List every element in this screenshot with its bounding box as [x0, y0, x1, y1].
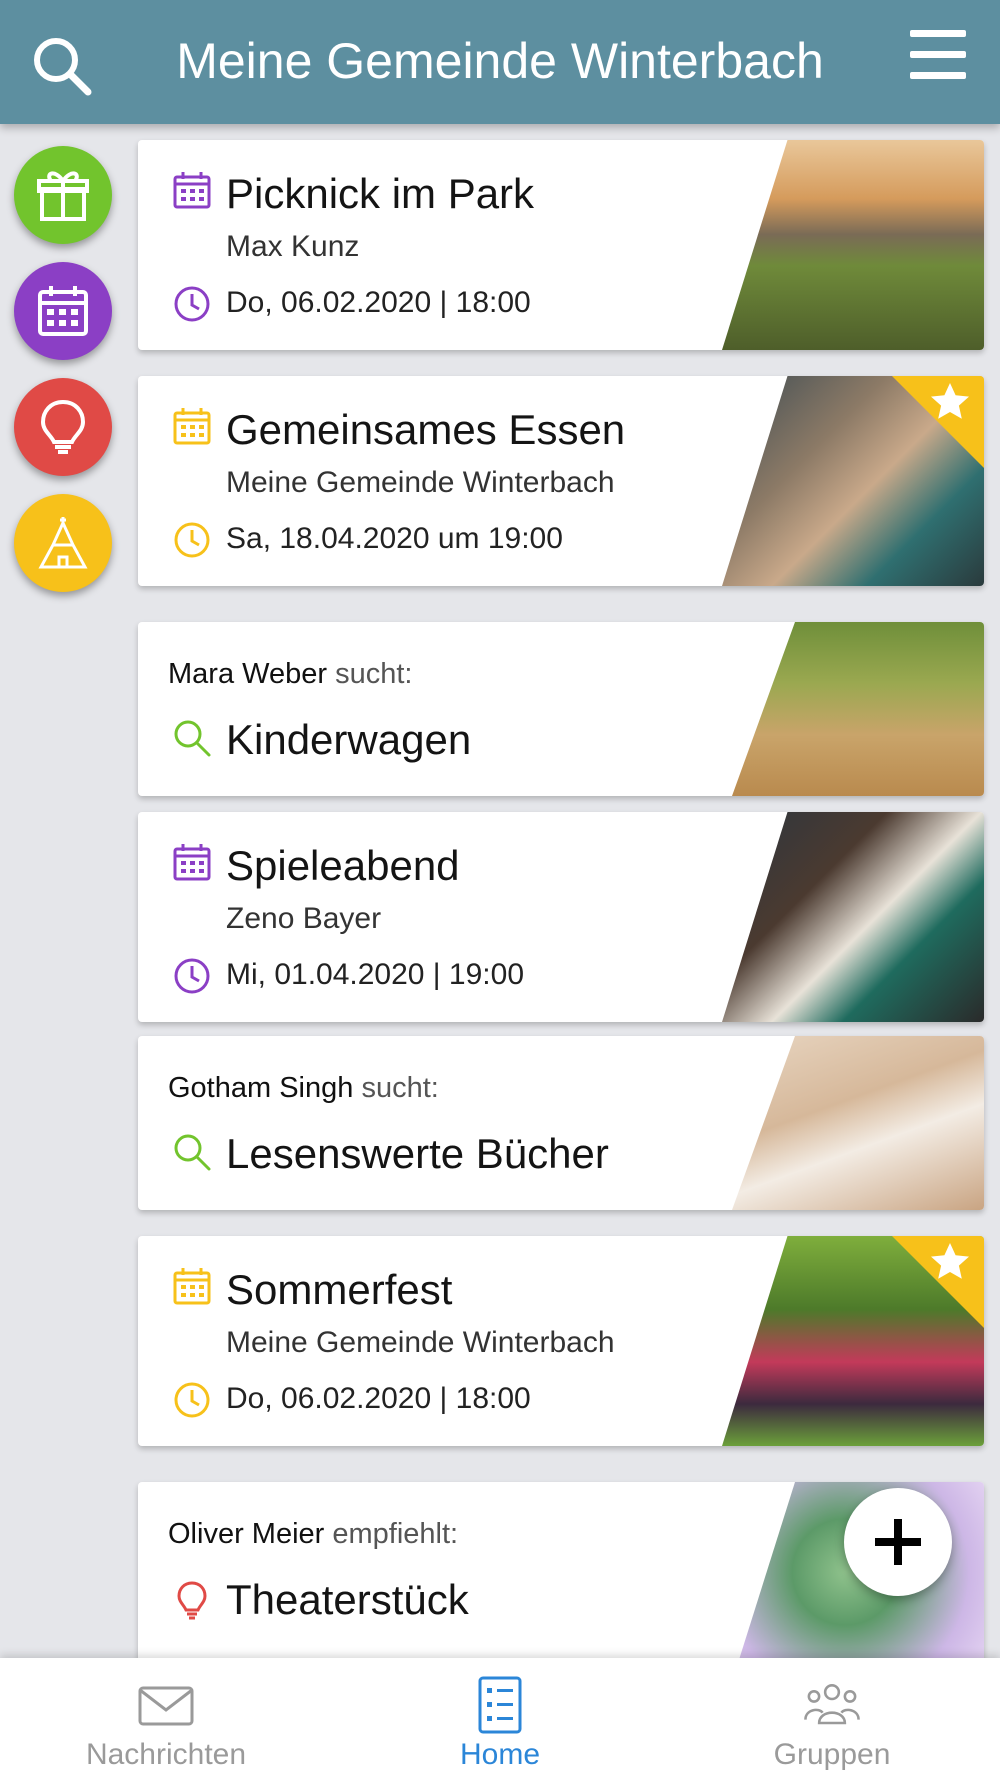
nav-gruppen[interactable]: Gruppen — [712, 1666, 952, 1776]
event-title: Sommerfest — [226, 1266, 453, 1313]
feed-card-event[interactable]: Gemeinsames Essen Meine Gemeinde Winterb… — [138, 376, 984, 586]
request-author: Mara Weber — [168, 658, 328, 690]
recommendation-author: Oliver Meier — [168, 1518, 325, 1550]
event-image — [722, 140, 984, 350]
calendar-icon — [173, 1268, 211, 1305]
gift-icon — [37, 171, 89, 221]
page-title: Meine Gemeinde Winterbach — [176, 33, 824, 89]
event-datetime: Sa, 18.04.2020 um 19:00 — [226, 522, 563, 555]
recommendation-author-line: Oliver Meier empfiehlt: — [168, 1518, 458, 1551]
calendar-icon — [38, 286, 88, 336]
feed-card-event[interactable]: Spieleabend Zeno Bayer Mi, 01.04.2020 | … — [138, 812, 984, 1022]
event-image — [722, 812, 984, 1022]
nav-nachrichten[interactable]: Nachrichten — [46, 1666, 286, 1776]
list-icon — [478, 1676, 522, 1734]
church-icon — [38, 517, 88, 569]
star-icon — [931, 383, 969, 419]
request-title: Kinderwagen — [226, 716, 472, 763]
feed-card-event[interactable]: Sommerfest Meine Gemeinde Winterbach Do,… — [138, 1236, 984, 1446]
category-gifts-button[interactable] — [14, 146, 112, 244]
event-datetime: Do, 06.02.2020 | 18:00 — [226, 286, 531, 319]
calendar-icon — [173, 844, 211, 881]
plus-icon-vertical — [894, 1519, 902, 1565]
category-events-button[interactable] — [14, 262, 112, 360]
request-author-line: Mara Weber sucht: — [168, 658, 412, 691]
feed-card-event[interactable]: Picknick im Park Max Kunz Do, 06.02.2020… — [138, 140, 984, 350]
request-image — [732, 622, 984, 796]
mail-icon — [138, 1686, 194, 1726]
event-datetime: Do, 06.02.2020 | 18:00 — [226, 1382, 531, 1415]
request-verb: sucht: — [361, 1072, 439, 1104]
app-header: Meine Gemeinde Winterbach — [0, 0, 1000, 124]
lightbulb-icon — [40, 399, 86, 454]
clock-icon — [174, 286, 210, 322]
clock-icon — [174, 1382, 210, 1418]
nav-home[interactable]: Home — [380, 1666, 620, 1776]
group-icon — [804, 1684, 860, 1725]
star-icon — [931, 1243, 969, 1279]
nav-label: Gruppen — [773, 1738, 891, 1771]
bottom-navigation: Nachrichten Home Gruppen — [0, 1658, 1000, 1778]
event-title: Spieleabend — [226, 842, 460, 889]
category-ideas-button[interactable] — [14, 378, 112, 476]
hamburger-menu-icon[interactable] — [910, 30, 966, 80]
event-datetime: Mi, 01.04.2020 | 19:00 — [226, 958, 525, 991]
category-community-button[interactable] — [14, 494, 112, 592]
event-organizer: Max Kunz — [226, 230, 360, 263]
request-verb: sucht: — [335, 658, 413, 690]
clock-icon — [174, 522, 210, 558]
search-icon — [174, 1134, 211, 1171]
feed-card-request[interactable]: Mara Weber sucht: Kinderwagen — [138, 622, 984, 796]
nav-label: Nachrichten — [85, 1738, 247, 1771]
request-image — [732, 1036, 984, 1210]
recommendation-title: Theaterstück — [226, 1576, 469, 1623]
lightbulb-icon — [177, 1581, 207, 1620]
search-icon — [174, 720, 211, 757]
clock-icon — [174, 958, 210, 994]
nav-label: Home — [459, 1738, 541, 1771]
event-organizer: Zeno Bayer — [226, 902, 382, 935]
event-organizer: Meine Gemeinde Winterbach — [226, 466, 615, 499]
add-button[interactable] — [844, 1488, 952, 1596]
request-title: Lesenswerte Bücher — [226, 1130, 609, 1177]
request-author-line: Gotham Singh sucht: — [168, 1072, 439, 1105]
request-author: Gotham Singh — [168, 1072, 354, 1104]
event-title: Gemeinsames Essen — [226, 406, 626, 453]
calendar-icon — [173, 172, 211, 209]
recommendation-verb: empfiehlt: — [332, 1518, 459, 1550]
calendar-icon — [173, 408, 211, 445]
event-organizer: Meine Gemeinde Winterbach — [226, 1326, 615, 1359]
event-title: Picknick im Park — [226, 170, 535, 217]
feed-card-request[interactable]: Gotham Singh sucht: Lesenswerte Bücher — [138, 1036, 984, 1210]
